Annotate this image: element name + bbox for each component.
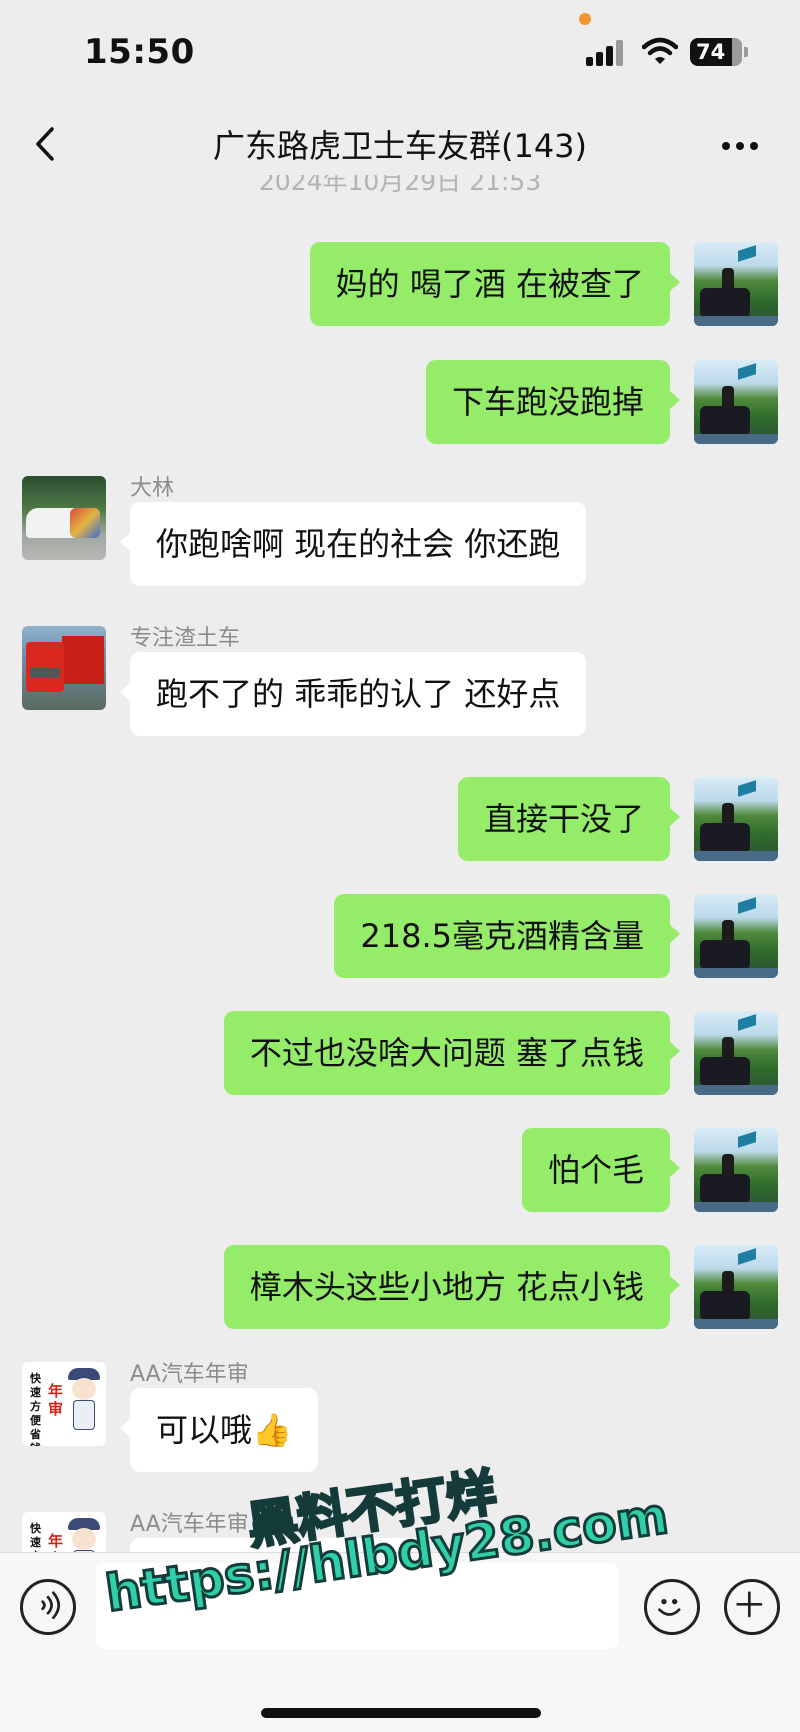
sender-name: AA汽车年审: [130, 1362, 249, 1387]
emoji-icon[interactable]: [644, 1579, 700, 1635]
sender-name: 大林: [130, 476, 175, 501]
status-bar: 15:50 74: [0, 0, 800, 105]
avatar[interactable]: 快速方便省钱 年审: [22, 1512, 106, 1552]
battery-level: 74: [696, 40, 726, 64]
chat-title: 广东路虎卫士车友群(143): [212, 127, 588, 165]
avatar[interactable]: [694, 1128, 778, 1212]
avatar[interactable]: [694, 1245, 778, 1329]
message-bubble[interactable]: 不过也没啥大问题 塞了点钱: [223, 1011, 681, 1095]
message-bubble[interactable]: 樟木头这些小地方 花点小钱: [223, 1245, 681, 1329]
status-time: 15:50: [84, 32, 195, 72]
avatar-text-red: 年审: [48, 1382, 64, 1418]
avatar[interactable]: [22, 626, 106, 710]
avatar[interactable]: [694, 1011, 778, 1095]
avatar-text: 快速方便省钱: [30, 1372, 41, 1446]
sender-name: 专注渣土车: [130, 626, 241, 651]
chevron-left-icon[interactable]: [26, 119, 70, 169]
sender-name: AA汽车年审: [130, 1512, 249, 1537]
message-bubble[interactable]: 218.5毫克酒精含量: [334, 894, 680, 978]
message-composer: [0, 1552, 800, 1732]
message-bubble[interactable]: 跑不了的 乖乖的认了 还好点: [119, 652, 587, 736]
message-bubble[interactable]: 妈的 喝了酒 在被查了: [309, 242, 681, 326]
plus-icon[interactable]: [724, 1579, 780, 1635]
message-bubble[interactable]: 可以哦👍: [120, 1388, 318, 1472]
message-row: 快速方便省钱 年审 AA汽车年审: [0, 1506, 800, 1552]
avatar-text-red: 年审: [48, 1532, 64, 1552]
signal-icon: [586, 40, 626, 66]
home-indicator[interactable]: [261, 1708, 541, 1718]
message-bubble[interactable]: [130, 1538, 430, 1552]
message-bubble[interactable]: 你跑啥啊 现在的社会 你还跑: [119, 502, 587, 586]
voice-icon[interactable]: [20, 1579, 76, 1635]
message-bubble[interactable]: 直接干没了: [457, 777, 681, 861]
message-bubble[interactable]: 怕个毛: [521, 1128, 681, 1212]
more-dots-icon[interactable]: [722, 131, 768, 161]
message-timestamp: 2024年10月29日 21:53: [258, 175, 542, 196]
avatar[interactable]: [694, 242, 778, 326]
battery-icon: 74: [690, 38, 748, 66]
recording-indicator: [579, 13, 591, 25]
wifi-icon: [642, 37, 678, 64]
avatar[interactable]: [694, 894, 778, 978]
message-input[interactable]: [96, 1563, 618, 1649]
avatar[interactable]: [22, 476, 106, 560]
avatar-text: 快速方便省钱: [30, 1522, 41, 1552]
message-bubble[interactable]: 下车跑没跑掉: [425, 360, 681, 444]
avatar[interactable]: 快速方便省钱 年审: [22, 1362, 106, 1446]
avatar[interactable]: [694, 777, 778, 861]
chat-header: 广东路虎卫士车友群(143): [0, 105, 800, 185]
avatar[interactable]: [694, 360, 778, 444]
